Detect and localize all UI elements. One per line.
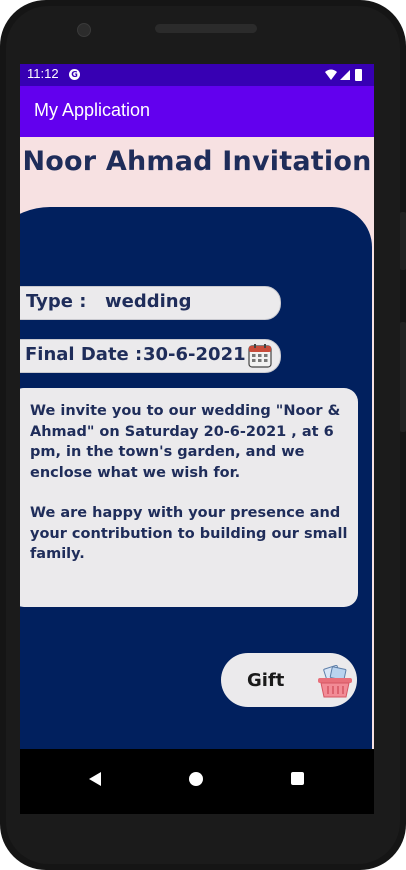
type-value: wedding [105, 291, 192, 312]
earpiece-speaker [155, 24, 257, 33]
home-icon[interactable] [189, 772, 203, 786]
message-paragraph-2: We are happy with your presence and your… [30, 505, 348, 562]
status-time: 11:12 [27, 66, 59, 81]
gift-button-label: Gift [247, 670, 285, 691]
type-field: Type : wedding [20, 286, 281, 320]
system-navigation-bar [20, 749, 374, 814]
recents-icon[interactable] [291, 772, 304, 785]
gift-button[interactable]: Gift [221, 653, 357, 707]
status-icons [325, 69, 362, 81]
signal-icon [340, 70, 350, 80]
power-button [400, 212, 406, 270]
date-label: Final Date : [25, 344, 143, 365]
app-screen: 11:12 G My Application Noor Ahmad Invita… [20, 64, 374, 814]
g-circle-icon: G [69, 69, 80, 80]
wifi-icon [325, 69, 337, 80]
app-bar: My Application [20, 86, 374, 137]
type-label: Type : [26, 291, 87, 312]
status-bar: 11:12 G [20, 64, 374, 86]
calendar-icon [248, 344, 272, 368]
date-value: 30-6-2021 [143, 344, 246, 365]
battery-icon [355, 69, 362, 81]
front-camera [77, 23, 91, 37]
page-title: Noor Ahmad Invitation [22, 146, 372, 177]
basket-icon [318, 665, 352, 698]
back-icon[interactable] [88, 771, 102, 787]
volume-button [400, 322, 406, 432]
message-paragraph-1: We invite you to our wedding "Noor & Ahm… [30, 403, 341, 481]
app-bar-title: My Application [34, 100, 151, 120]
invitation-message: We invite you to our wedding "Noor & Ahm… [20, 388, 358, 607]
date-field: Final Date : 30-6-2021 [20, 339, 281, 373]
